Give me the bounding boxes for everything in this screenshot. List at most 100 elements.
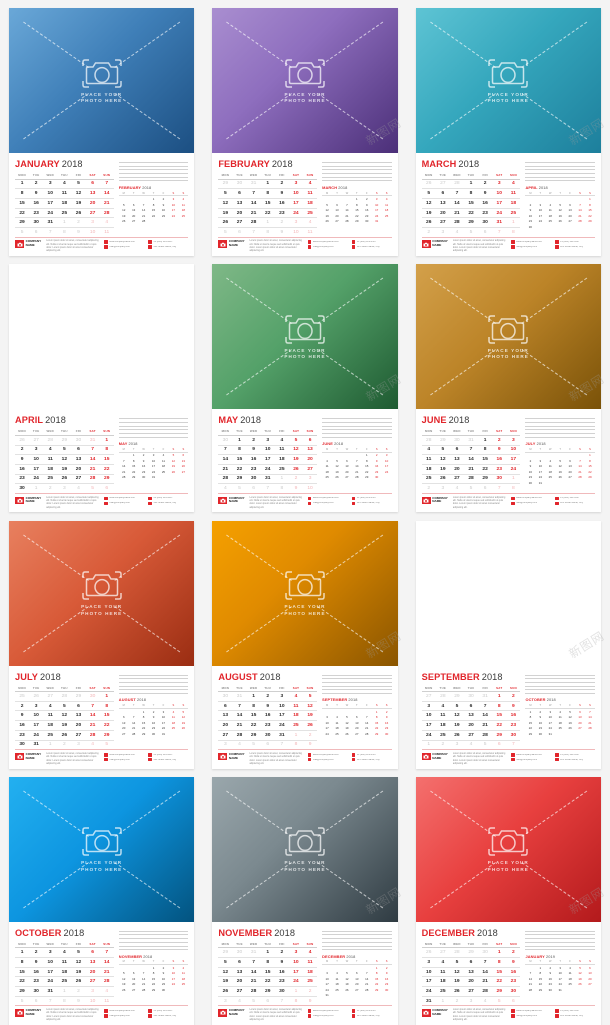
calendar-day-cell[interactable]: 4	[464, 740, 478, 749]
calendar-day-cell[interactable]: 30	[382, 731, 392, 737]
contact-item[interactable]: mail@company.com	[510, 757, 551, 762]
calendar-day-cell[interactable]: 4	[478, 996, 492, 1005]
calendar-day-cell[interactable]: 8	[260, 957, 275, 968]
calendar-day-cell[interactable]: 2	[246, 435, 261, 446]
calendar-day-cell[interactable]: 14	[85, 454, 100, 465]
calendar-card-june[interactable]: PLACE YOUR PHOTO HERE JUNE 2018 MON TUE WED TH…	[415, 264, 601, 513]
calendar-day-cell[interactable]: 1	[506, 217, 521, 229]
contact-item[interactable]: 123 Street Name, City	[554, 1014, 595, 1018]
calendar-day-cell[interactable]: 20	[232, 976, 247, 988]
calendar-day-cell[interactable]: 26	[449, 986, 464, 997]
calendar-day-cell[interactable]	[565, 731, 575, 737]
calendar-day-cell[interactable]: 17	[260, 454, 275, 465]
calendar-day-cell[interactable]: 28	[99, 208, 114, 219]
calendar-day-cell[interactable]: 28	[139, 218, 149, 224]
calendar-day-cell[interactable]: 1	[478, 435, 493, 446]
calendar-day-cell[interactable]: 24	[29, 474, 44, 485]
calendar-day-cell[interactable]	[585, 987, 595, 993]
calendar-day-cell[interactable]: 13	[85, 188, 100, 199]
calendar-day-cell[interactable]: 27	[29, 435, 44, 446]
calendar-day-cell[interactable]: 5	[57, 701, 72, 712]
calendar-day-cell[interactable]: 27	[85, 976, 100, 988]
calendar-day-cell[interactable]: 17	[492, 198, 507, 209]
calendar-day-cell[interactable]: 29	[15, 217, 30, 229]
contact-item[interactable]: +1 (800) 123-4567	[351, 1009, 392, 1013]
calendar-day-cell[interactable]: 3	[506, 435, 521, 446]
calendar-day-cell[interactable]: 23	[506, 976, 521, 988]
contact-item[interactable]: mail@company.com	[104, 1014, 144, 1018]
calendar-day-cell[interactable]: 13	[71, 710, 86, 722]
calendar-day-cell[interactable]: 5	[449, 957, 464, 968]
contact-item[interactable]: 123 Street Name, City	[554, 757, 595, 762]
contact-item[interactable]: +1 (800) 123-4567	[351, 752, 392, 757]
calendar-day-cell[interactable]: 28	[449, 947, 464, 959]
calendar-card-november[interactable]: PLACE YOUR PHOTO HERE NOVEMBER 2018 MON TUE W…	[212, 776, 398, 1025]
calendar-day-cell[interactable]	[168, 218, 178, 224]
calendar-day-cell[interactable]: 29	[372, 731, 382, 737]
contact-item[interactable]: +1 (800) 123-4567	[148, 496, 188, 501]
calendar-day-cell[interactable]: 5	[15, 228, 29, 237]
calendar-day-cell[interactable]	[585, 731, 595, 737]
calendar-day-cell[interactable]: 18	[288, 710, 303, 722]
photo-placeholder[interactable]: PLACE YOUR PHOTO HERE	[212, 520, 398, 666]
calendar-day-cell[interactable]: 26	[29, 691, 44, 702]
calendar-day-cell[interactable]	[352, 993, 362, 999]
calendar-day-cell[interactable]: 25	[302, 976, 318, 988]
calendar-day-cell[interactable]	[168, 475, 178, 481]
calendar-day-cell[interactable]: 23	[492, 464, 507, 475]
calendar-day-cell[interactable]	[168, 987, 178, 993]
calendar-day-cell[interactable]: 21	[478, 976, 493, 988]
calendar-day-cell[interactable]: 9	[29, 957, 44, 968]
calendar-day-cell[interactable]: 5	[464, 484, 478, 493]
calendar-day-cell[interactable]: 26	[218, 217, 233, 229]
calendar-day-cell[interactable]: 30	[492, 474, 507, 485]
calendar-day-cell[interactable]: 7	[449, 188, 464, 199]
calendar-day-cell[interactable]: 27	[435, 217, 450, 229]
calendar-day-cell[interactable]: 7	[85, 445, 100, 456]
calendar-day-cell[interactable]: 4	[232, 996, 246, 1005]
calendar-day-cell[interactable]: 3	[421, 957, 436, 968]
calendar-day-cell[interactable]: 28	[478, 730, 493, 741]
calendar-day-cell[interactable]: 29	[232, 474, 247, 485]
calendar-day-cell[interactable]: 23	[15, 730, 30, 741]
calendar-day-cell[interactable]: 8	[492, 701, 507, 712]
calendar-day-cell[interactable]: 30	[15, 740, 29, 749]
calendar-day-cell[interactable]: 9	[71, 996, 85, 1005]
calendar-day-cell[interactable]: 13	[232, 198, 247, 209]
calendar-day-cell[interactable]: 13	[71, 454, 86, 465]
calendar-day-cell[interactable]: 5	[478, 740, 492, 749]
calendar-day-cell[interactable]: 10	[421, 710, 436, 722]
calendar-day-cell[interactable]: 14	[232, 710, 247, 722]
calendar-day-cell[interactable]: 5	[302, 691, 318, 702]
calendar-day-cell[interactable]: 17	[29, 464, 44, 475]
calendar-day-cell[interactable]: 2	[71, 217, 86, 229]
calendar-day-cell[interactable]: 7	[247, 228, 261, 237]
photo-placeholder[interactable]: PLACE YOUR PHOTO HERE	[9, 264, 194, 409]
calendar-day-cell[interactable]: 5	[218, 188, 233, 199]
calendar-day-cell[interactable]: 7	[85, 701, 100, 712]
calendar-day-cell[interactable]: 2	[288, 474, 303, 485]
calendar-day-cell[interactable]: 11	[303, 228, 317, 237]
calendar-day-cell[interactable]: 9	[289, 484, 303, 493]
calendar-day-cell[interactable]	[565, 480, 575, 486]
calendar-day-cell[interactable]: 29	[525, 731, 535, 737]
calendar-day-cell[interactable]: 25	[288, 720, 303, 731]
calendar-day-cell[interactable]: 4	[435, 957, 450, 968]
calendar-day-cell[interactable]: 13	[435, 198, 450, 209]
calendar-day-cell[interactable]: 10	[289, 228, 303, 237]
calendar-day-cell[interactable]: 2	[260, 691, 275, 702]
calendar-day-cell[interactable]: 30	[274, 986, 289, 997]
calendar-day-cell[interactable]: 29	[149, 987, 159, 993]
calendar-day-cell[interactable]: 3	[464, 996, 478, 1005]
notes-lines[interactable]	[118, 673, 189, 694]
calendar-day-cell[interactable]: 25	[43, 474, 58, 485]
calendar-day-cell[interactable]: 28	[449, 179, 464, 190]
calendar-day-cell[interactable]: 20	[71, 720, 86, 731]
calendar-day-cell[interactable]: 24	[29, 730, 44, 741]
calendar-day-cell[interactable]: 26	[302, 720, 318, 731]
calendar-day-cell[interactable]: 19	[218, 976, 233, 988]
calendar-day-cell[interactable]: 21	[478, 720, 493, 731]
calendar-day-cell[interactable]: 3	[274, 691, 289, 702]
contact-item[interactable]: mail@company.com	[510, 1014, 551, 1018]
contact-item[interactable]: www.companyname.com	[104, 1009, 144, 1013]
